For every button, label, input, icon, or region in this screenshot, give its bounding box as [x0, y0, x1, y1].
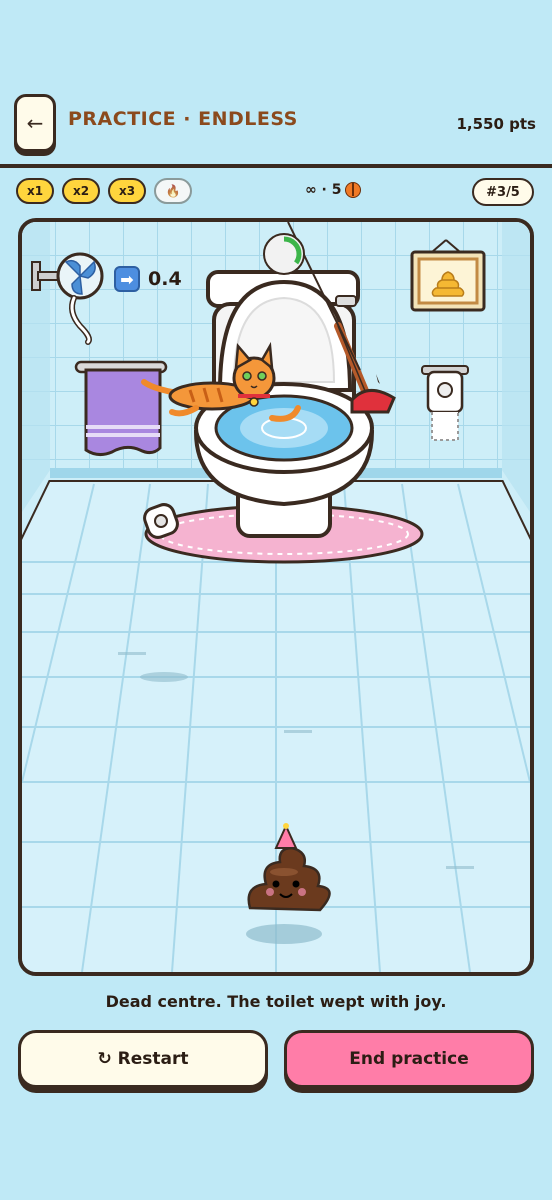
- wind-value: 0.4: [148, 268, 182, 290]
- towel: [74, 360, 168, 457]
- multiplier-x1[interactable]: x1: [16, 178, 54, 204]
- points-counter: 1,550 pts: [456, 115, 536, 133]
- shots-label: ∞ · 5: [305, 182, 342, 198]
- streak-flame-badge[interactable]: 🔥: [154, 178, 192, 204]
- poop-picture-frame: [410, 239, 486, 312]
- restart-button[interactable]: ↻ Restart: [18, 1030, 268, 1088]
- timer-ring-icon: [263, 233, 305, 275]
- flame-icon: 🔥: [165, 184, 181, 198]
- top-bar: ← PRACTICE · ENDLESS 1,550 pts: [0, 0, 552, 168]
- bathroom-illustration: [22, 222, 530, 972]
- multiplier-row: x1 x2 x3 🔥: [16, 178, 192, 204]
- multiplier-x2[interactable]: x2: [62, 178, 100, 204]
- shots-counter: ∞ · 5: [305, 182, 362, 198]
- back-arrow-icon: ←: [26, 111, 44, 135]
- result-message: Dead centre. The toilet wept with joy.: [105, 992, 447, 1011]
- page-title: PRACTICE · ENDLESS: [68, 108, 298, 130]
- header-divider: [0, 164, 552, 168]
- end-practice-button[interactable]: End practice: [284, 1030, 534, 1088]
- round-badge: #3/5: [472, 178, 534, 206]
- game-scene[interactable]: ➡ 0.4: [18, 218, 534, 976]
- basketball-icon: [345, 182, 362, 198]
- multiplier-x3[interactable]: x3: [108, 178, 146, 204]
- wind-arrow-icon: ➡: [114, 266, 140, 292]
- back-button[interactable]: ←: [14, 94, 56, 152]
- wind-readout: ➡ 0.4: [114, 266, 182, 292]
